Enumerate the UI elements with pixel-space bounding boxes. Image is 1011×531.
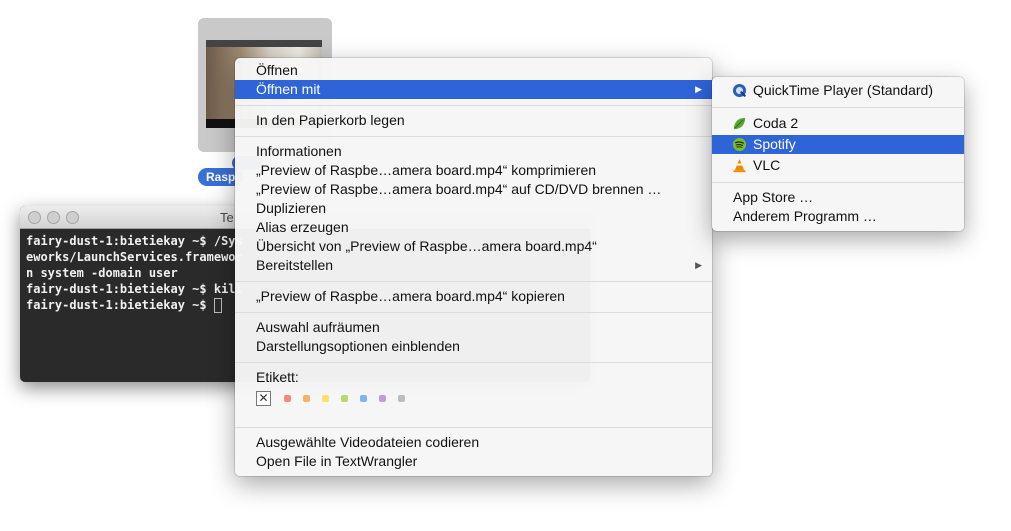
submenu-item-coda[interactable]: Coda 2	[712, 114, 964, 133]
vlc-cone-icon	[733, 158, 746, 173]
submenu-arrow-icon: ▶	[695, 84, 702, 94]
quicktime-icon	[732, 83, 747, 98]
coda-leaf-icon	[733, 117, 746, 130]
submenu-item-coda-label: Coda 2	[753, 115, 799, 131]
label-yellow-swatch[interactable]	[322, 395, 329, 402]
submenu-arrow-icon: ▶	[695, 260, 702, 270]
menu-item-share[interactable]: Bereitstellen ▶	[235, 256, 712, 275]
label-red-swatch[interactable]	[284, 395, 291, 402]
menu-separator	[712, 107, 964, 108]
close-button[interactable]	[28, 211, 41, 224]
label-green-swatch[interactable]	[341, 395, 348, 402]
menu-separator	[712, 182, 964, 183]
menu-item-open-with-label: Öffnen mit	[256, 81, 321, 97]
label-purple-swatch[interactable]	[379, 395, 386, 402]
menu-item-get-info[interactable]: Informationen	[235, 142, 712, 161]
submenu-item-other-app[interactable]: Anderem Programm …	[712, 207, 964, 226]
submenu-item-spotify-label: Spotify	[753, 136, 796, 152]
menu-separator	[235, 136, 712, 137]
menu-item-burn[interactable]: „Preview of Raspbe…amera board.mp4“ auf …	[235, 180, 712, 199]
menu-label-heading: Etikett:	[256, 369, 299, 385]
menu-separator	[235, 105, 712, 106]
menu-item-copy[interactable]: „Preview of Raspbe…amera board.mp4“ kopi…	[235, 287, 712, 306]
menu-item-open-in-textwrangler[interactable]: Open File in TextWrangler	[235, 452, 712, 471]
label-blue-swatch[interactable]	[360, 395, 367, 402]
menu-item-move-to-trash[interactable]: In den Papierkorb legen	[235, 111, 712, 130]
menu-item-compress[interactable]: „Preview of Raspbe…amera board.mp4“ komp…	[235, 161, 712, 180]
no-label-icon[interactable]: ✕	[256, 391, 271, 406]
label-gray-swatch[interactable]	[398, 395, 405, 402]
terminal-prompt: fairy-dust-1:bietiekay ~$	[26, 298, 214, 312]
submenu-item-quicktime[interactable]: QuickTime Player (Standard)	[712, 81, 964, 100]
menu-item-view-options[interactable]: Darstellungsoptionen einblenden	[235, 337, 712, 356]
submenu-item-spotify[interactable]: Spotify	[712, 135, 964, 154]
menu-separator	[235, 312, 712, 313]
submenu-item-app-store[interactable]: App Store …	[712, 188, 964, 207]
menu-item-make-alias[interactable]: Alias erzeugen	[235, 218, 712, 237]
menu-item-encode-video[interactable]: Ausgewählte Videodateien codieren	[235, 433, 712, 452]
menu-separator	[235, 427, 712, 428]
menu-separator	[235, 362, 712, 363]
label-orange-swatch[interactable]	[303, 395, 310, 402]
submenu-item-vlc-label: VLC	[753, 157, 781, 173]
menu-item-open[interactable]: Öffnen	[235, 61, 712, 80]
terminal-title: Te	[220, 210, 234, 225]
open-with-submenu: QuickTime Player (Standard) Coda 2 Spoti…	[712, 77, 964, 231]
spotify-icon	[732, 137, 747, 152]
terminal-cursor	[213, 298, 222, 313]
context-menu: Öffnen Öffnen mit ▶ In den Papierkorb le…	[235, 58, 712, 476]
menu-item-share-label: Bereitstellen	[256, 257, 334, 273]
menu-separator	[235, 281, 712, 282]
menu-item-open-with[interactable]: Öffnen mit ▶	[235, 80, 712, 99]
menu-item-clean-up[interactable]: Auswahl aufräumen	[235, 318, 712, 337]
submenu-item-vlc[interactable]: VLC	[712, 156, 964, 175]
menu-item-duplicate[interactable]: Duplizieren	[235, 199, 712, 218]
zoom-button[interactable]	[66, 211, 79, 224]
minimize-button[interactable]	[47, 211, 60, 224]
menu-item-quick-look[interactable]: Übersicht von „Preview of Raspbe…amera b…	[235, 237, 712, 256]
submenu-item-quicktime-label: QuickTime Player (Standard)	[753, 82, 933, 98]
